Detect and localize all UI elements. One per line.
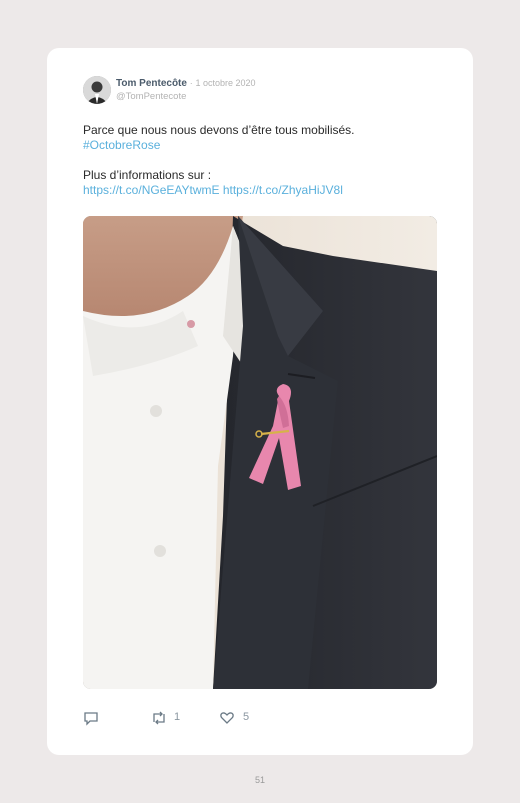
speech-bubble-icon: [83, 712, 99, 730]
page-number: 51: [254, 775, 265, 785]
tweet-card: Tom Pentecôte · 1 octobre 2020 @TomPente…: [47, 48, 473, 755]
retweet-button[interactable]: 1: [150, 710, 180, 726]
tweet-text-line1: Parce que nous nous devons d’être tous m…: [83, 123, 355, 137]
avatar[interactable]: [83, 76, 111, 104]
heart-icon: [219, 712, 235, 730]
retweet-count: 1: [174, 711, 181, 723]
retweet-icon: [150, 711, 168, 730]
like-count: 5: [243, 711, 250, 723]
like-button[interactable]: 5: [219, 710, 249, 726]
reply-button[interactable]: [83, 710, 99, 726]
tweet-links: https://t.co/NGeEAYtwmE https://t.co/Zhy…: [83, 183, 443, 198]
author-name[interactable]: Tom Pentecôte: [116, 78, 187, 89]
tweet-photo[interactable]: [83, 216, 437, 689]
tweet-text-line3: Plus d’informations sur :: [83, 168, 212, 182]
author-row: Tom Pentecôte · 1 octobre 2020: [116, 78, 256, 89]
tco-link-1[interactable]: https://t.co/NGeEAYtwmE: [83, 183, 220, 197]
author-handle[interactable]: @TomPentecote: [116, 91, 186, 102]
tweet-date[interactable]: 1 octobre 2020: [196, 78, 256, 88]
separator: ·: [189, 78, 193, 88]
tco-link-2[interactable]: https://t.co/ZhyaHiJV8l: [223, 183, 343, 197]
hashtag-link[interactable]: #OctobreRose: [83, 138, 443, 153]
